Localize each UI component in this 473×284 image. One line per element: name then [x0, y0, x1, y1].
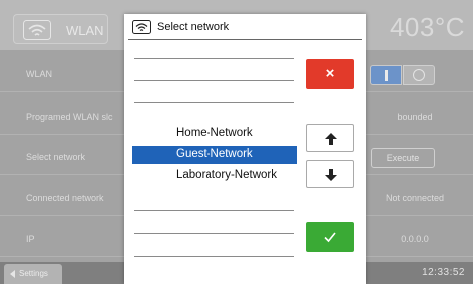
arrow-up-icon — [325, 133, 337, 145]
select-network-dialog: Select network Home-Network Guest-Networ… — [124, 14, 366, 284]
scroll-up-button[interactable] — [306, 124, 354, 152]
network-name: Laboratory-Network — [176, 169, 277, 181]
cancel-button[interactable]: × — [306, 59, 354, 89]
row-label: Connected network — [26, 193, 104, 203]
wlan-button[interactable]: WLAN — [13, 14, 108, 44]
wlan-button-label: WLAN — [66, 23, 104, 38]
checkmark-icon — [324, 232, 336, 243]
execute-button[interactable]: Execute — [371, 148, 435, 168]
network-item-home[interactable]: Home-Network — [132, 125, 297, 143]
list-divider — [134, 102, 294, 103]
network-item-laboratory[interactable]: Laboratory-Network — [132, 167, 297, 185]
wlan-toggle[interactable] — [370, 65, 440, 85]
row-label: Programed WLAN slc — [26, 112, 113, 122]
row-label: IP — [26, 234, 35, 244]
list-divider — [134, 256, 294, 257]
wifi-icon — [132, 20, 151, 34]
wifi-icon — [23, 20, 51, 40]
network-item-guest[interactable]: Guest-Network — [132, 146, 297, 164]
row-label: WLAN — [26, 69, 53, 79]
settings-tab[interactable]: Settings — [4, 264, 62, 284]
dialog-title: Select network — [157, 21, 230, 33]
network-name: Guest-Network — [176, 148, 253, 160]
confirm-button[interactable] — [306, 222, 354, 252]
row-value: 0.0.0.0 — [401, 234, 429, 244]
back-arrow-icon — [10, 270, 15, 278]
list-divider — [134, 233, 294, 234]
list-divider — [134, 58, 294, 59]
settings-tab-label: Settings — [19, 269, 48, 278]
toggle-on[interactable] — [370, 65, 402, 85]
clock: 12:33:52 — [422, 267, 465, 278]
list-divider — [134, 80, 294, 81]
toggle-off[interactable] — [403, 65, 435, 85]
row-value: bounded — [397, 112, 433, 122]
temperature-readout: 403°C — [389, 12, 465, 42]
row-label: Select network — [26, 152, 86, 162]
arrow-down-icon — [325, 169, 337, 181]
dialog-header: Select network — [128, 17, 362, 40]
list-divider — [134, 210, 294, 211]
network-name: Home-Network — [176, 127, 253, 139]
row-value: Not connected — [385, 193, 445, 203]
scroll-down-button[interactable] — [306, 160, 354, 188]
